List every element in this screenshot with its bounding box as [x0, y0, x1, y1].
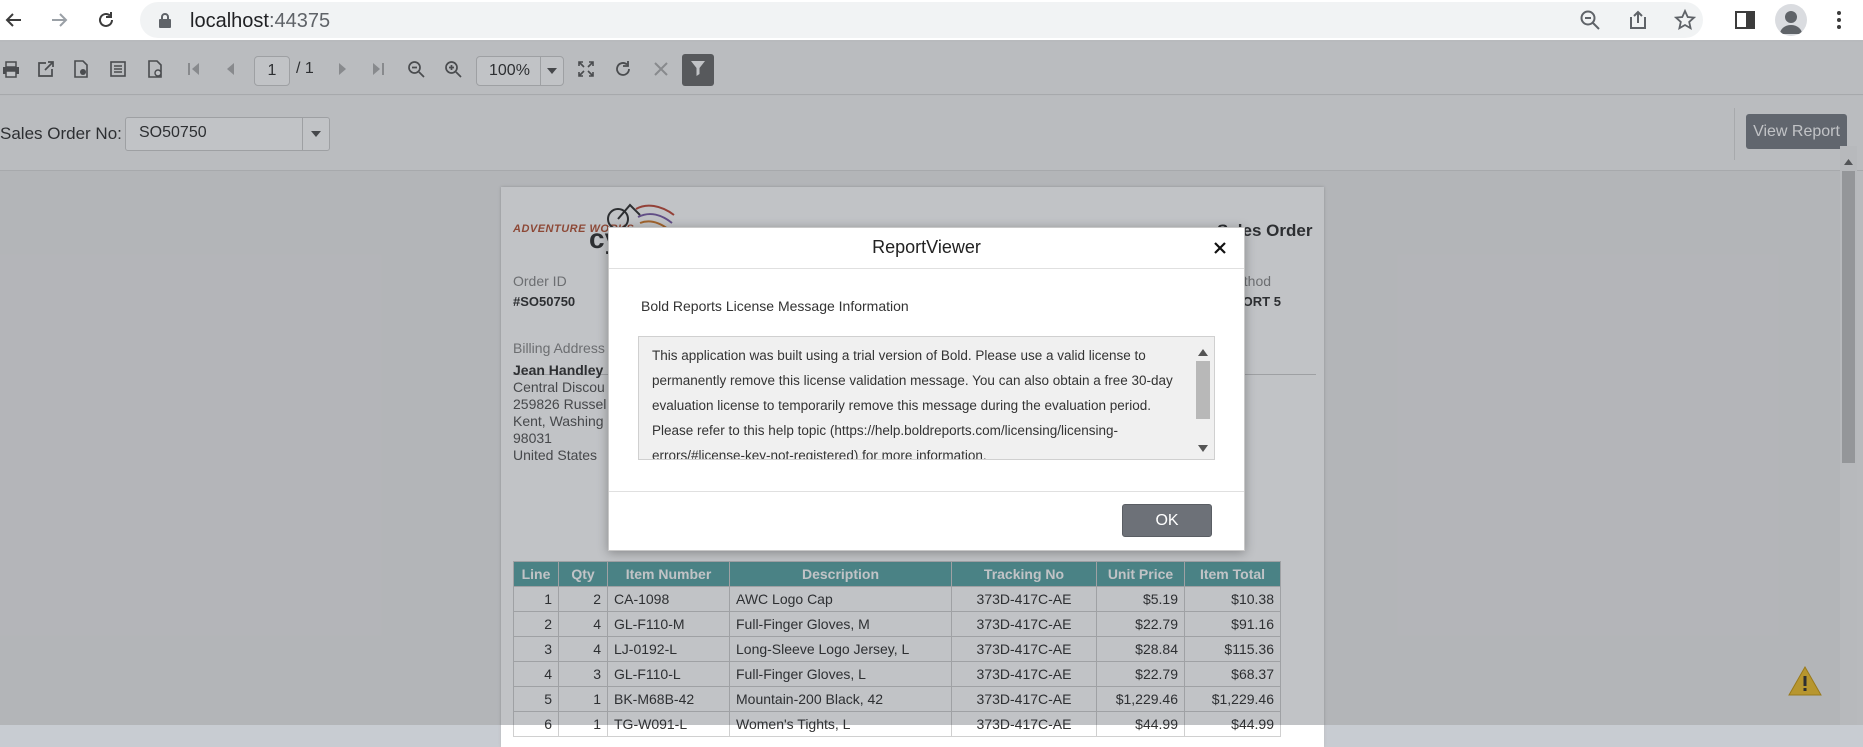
share-icon[interactable] — [1624, 6, 1652, 34]
dialog-title: ReportViewer — [872, 237, 981, 257]
close-icon[interactable] — [1210, 238, 1230, 258]
back-icon[interactable] — [0, 6, 28, 34]
ok-button[interactable]: OK — [1122, 504, 1212, 537]
reload-icon[interactable] — [92, 6, 120, 34]
license-message-text: This application was built using a trial… — [652, 348, 1173, 460]
license-dialog: ReportViewer Bold Reports License Messag… — [608, 227, 1245, 551]
side-panel-icon[interactable] — [1731, 6, 1759, 34]
forward-icon[interactable] — [45, 6, 73, 34]
scrollbar-thumb[interactable] — [1196, 361, 1210, 419]
address-bar[interactable]: localhost:44375 — [140, 2, 1703, 38]
browser-toolbar: localhost:44375 — [0, 0, 1863, 40]
divider — [609, 491, 1244, 492]
browser-menu-icon[interactable] — [1825, 6, 1853, 34]
message-scrollbar[interactable] — [1192, 337, 1214, 459]
dialog-header: ReportViewer — [609, 228, 1244, 269]
zoom-out-icon[interactable] — [1576, 6, 1604, 34]
lock-icon — [158, 12, 172, 34]
license-message-box[interactable]: This application was built using a trial… — [638, 336, 1215, 460]
dialog-subtitle: Bold Reports License Message Information — [641, 298, 909, 314]
bookmark-star-icon[interactable] — [1671, 6, 1699, 34]
url-text: localhost:44375 — [190, 10, 331, 32]
profile-avatar-icon[interactable] — [1775, 4, 1807, 36]
scroll-down-icon[interactable] — [1198, 439, 1208, 457]
scroll-up-icon[interactable] — [1198, 343, 1208, 361]
